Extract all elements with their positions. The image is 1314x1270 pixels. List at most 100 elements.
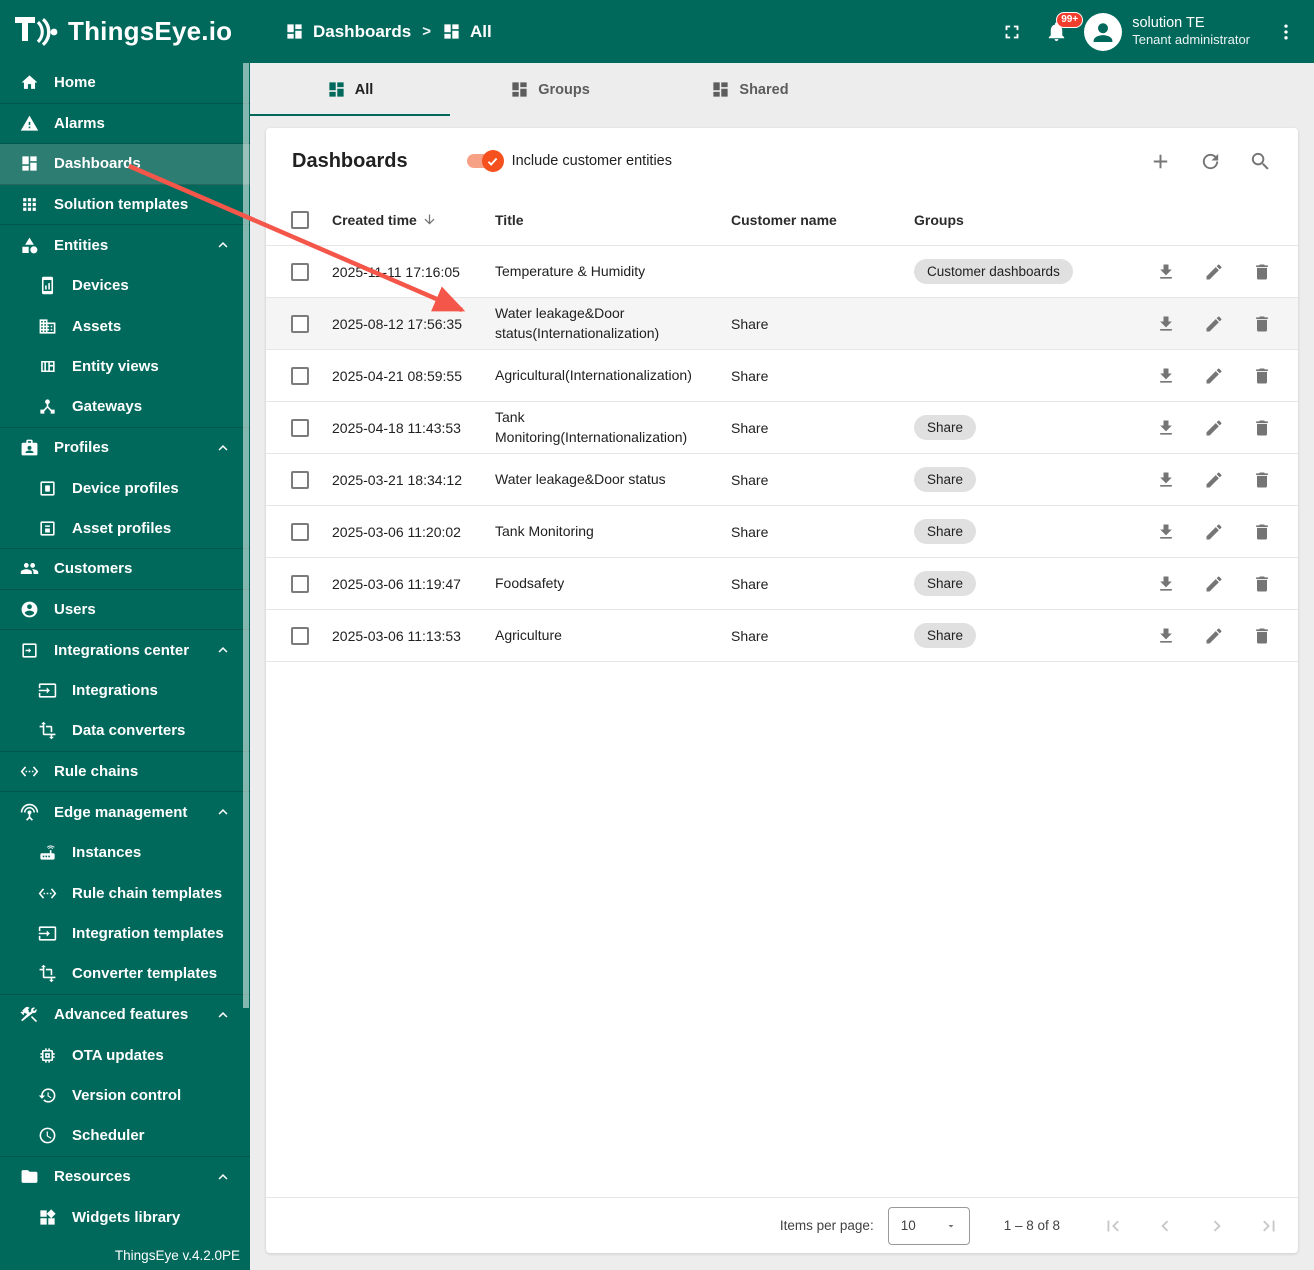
- column-title[interactable]: Title: [495, 212, 731, 228]
- chevron-up-icon[interactable]: [212, 641, 234, 659]
- sidebar-item-rule-chain-templates[interactable]: Rule chain templates: [0, 873, 250, 914]
- sidebar-item-integration-templates[interactable]: Integration templates: [0, 914, 250, 955]
- row-checkbox[interactable]: [291, 522, 309, 541]
- download-button[interactable]: [1156, 262, 1176, 282]
- sidebar-item-home[interactable]: Home: [0, 63, 250, 104]
- sidebar-item-devices[interactable]: Devices: [0, 266, 250, 307]
- edit-button[interactable]: [1204, 314, 1224, 334]
- table-row[interactable]: 2025-04-21 08:59:55 Agricultural(Interna…: [266, 350, 1298, 402]
- sidebar-item-users[interactable]: Users: [0, 590, 250, 630]
- sidebar-item-ota-updates[interactable]: OTA updates: [0, 1035, 250, 1076]
- group-chip[interactable]: Share: [914, 415, 977, 440]
- avatar[interactable]: [1084, 12, 1123, 51]
- sidebar-item-alarms[interactable]: Alarms: [0, 104, 250, 144]
- sidebar-item-assets[interactable]: Assets: [0, 306, 250, 347]
- table-row[interactable]: 2025-03-21 18:34:12 Water leakage&Door s…: [266, 454, 1298, 506]
- sidebar-item-asset-profiles[interactable]: Asset profiles: [0, 509, 250, 549]
- group-chip[interactable]: Share: [914, 519, 977, 544]
- edit-button[interactable]: [1204, 522, 1224, 542]
- group-chip[interactable]: Share: [914, 571, 977, 596]
- add-button[interactable]: [1149, 150, 1172, 173]
- table-row[interactable]: 2025-11-11 17:16:05 Temperature & Humidi…: [266, 246, 1298, 298]
- prev-page-button[interactable]: [1154, 1215, 1176, 1237]
- first-page-button[interactable]: [1102, 1215, 1124, 1237]
- sidebar-item-advanced-features[interactable]: Advanced features: [0, 995, 250, 1036]
- breadcrumb-dashboards[interactable]: Dashboards: [285, 22, 411, 42]
- search-button[interactable]: [1249, 150, 1272, 173]
- delete-button[interactable]: [1252, 626, 1272, 646]
- delete-button[interactable]: [1252, 262, 1272, 282]
- chevron-up-icon[interactable]: [212, 803, 234, 821]
- table-row[interactable]: 2025-03-06 11:20:02 Tank Monitoring Shar…: [266, 506, 1298, 558]
- tab-all[interactable]: All: [250, 63, 450, 116]
- fullscreen-button[interactable]: [990, 10, 1034, 54]
- app-logo[interactable]: ThingsEye.io: [0, 13, 250, 51]
- download-button[interactable]: [1156, 314, 1176, 334]
- delete-button[interactable]: [1252, 522, 1272, 542]
- chevron-up-icon[interactable]: [212, 439, 234, 457]
- sidebar-item-entities[interactable]: Entities: [0, 225, 250, 266]
- edit-button[interactable]: [1204, 626, 1224, 646]
- more-menu-button[interactable]: [1272, 10, 1300, 54]
- sidebar-item-instances[interactable]: Instances: [0, 833, 250, 874]
- column-groups[interactable]: Groups: [914, 212, 1141, 228]
- tab-shared[interactable]: Shared: [650, 63, 850, 116]
- sidebar-scrollbar[interactable]: [243, 63, 249, 1008]
- sidebar-item-rule-chains[interactable]: Rule chains: [0, 752, 250, 792]
- breadcrumb-all[interactable]: All: [442, 22, 492, 42]
- column-created-time[interactable]: Created time: [332, 212, 495, 228]
- sidebar-item-dashboards[interactable]: Dashboards: [0, 144, 250, 185]
- chevron-up-icon[interactable]: [212, 1006, 234, 1024]
- notifications-button[interactable]: 99+: [1034, 10, 1084, 54]
- edit-button[interactable]: [1204, 418, 1224, 438]
- group-chip[interactable]: Share: [914, 623, 977, 648]
- row-checkbox[interactable]: [291, 470, 309, 489]
- sidebar-item-profiles[interactable]: Profiles: [0, 428, 250, 469]
- sidebar-item-version-control[interactable]: Version control: [0, 1076, 250, 1117]
- table-row[interactable]: 2025-04-18 11:43:53 Tank Monitoring(Inte…: [266, 402, 1298, 454]
- sidebar-item-edge-management[interactable]: Edge management: [0, 792, 250, 833]
- row-checkbox[interactable]: [291, 366, 309, 385]
- group-chip[interactable]: Customer dashboards: [914, 259, 1073, 284]
- download-button[interactable]: [1156, 366, 1176, 386]
- sidebar-item-entity-views[interactable]: Entity views: [0, 347, 250, 388]
- sidebar-item-solution-templates[interactable]: Solution templates: [0, 185, 250, 225]
- row-checkbox[interactable]: [291, 418, 309, 437]
- delete-button[interactable]: [1252, 418, 1272, 438]
- edit-button[interactable]: [1204, 470, 1224, 490]
- column-customer-name[interactable]: Customer name: [731, 212, 914, 228]
- sidebar-item-integrations[interactable]: Integrations: [0, 671, 250, 712]
- sidebar-item-converter-templates[interactable]: Converter templates: [0, 954, 250, 995]
- delete-button[interactable]: [1252, 314, 1272, 334]
- chevron-up-icon[interactable]: [212, 1168, 234, 1186]
- sidebar-item-scheduler[interactable]: Scheduler: [0, 1116, 250, 1157]
- delete-button[interactable]: [1252, 366, 1272, 386]
- group-chip[interactable]: Share: [914, 467, 977, 492]
- select-all-checkbox[interactable]: [291, 210, 309, 229]
- table-row[interactable]: 2025-03-06 11:13:53 Agriculture Share Sh…: [266, 610, 1298, 662]
- download-button[interactable]: [1156, 522, 1176, 542]
- download-button[interactable]: [1156, 574, 1176, 594]
- sidebar-item-resources[interactable]: Resources: [0, 1157, 250, 1198]
- table-row[interactable]: 2025-08-12 17:56:35 Water leakage&Door s…: [266, 298, 1298, 350]
- delete-button[interactable]: [1252, 574, 1272, 594]
- row-checkbox[interactable]: [291, 626, 309, 645]
- delete-button[interactable]: [1252, 470, 1272, 490]
- edit-button[interactable]: [1204, 574, 1224, 594]
- row-checkbox[interactable]: [291, 574, 309, 593]
- refresh-button[interactable]: [1199, 150, 1222, 173]
- last-page-button[interactable]: [1258, 1215, 1280, 1237]
- user-info[interactable]: solution TE Tenant administrator: [1132, 14, 1250, 48]
- include-customer-entities-toggle[interactable]: Include customer entities: [464, 150, 672, 172]
- sidebar-item-data-converters[interactable]: Data converters: [0, 711, 250, 752]
- sidebar-item-customers[interactable]: Customers: [0, 549, 250, 590]
- next-page-button[interactable]: [1206, 1215, 1228, 1237]
- items-per-page-select[interactable]: 10: [887, 1206, 970, 1245]
- edit-button[interactable]: [1204, 262, 1224, 282]
- edit-button[interactable]: [1204, 366, 1224, 386]
- sidebar-item-gateways[interactable]: Gateways: [0, 387, 250, 428]
- table-row[interactable]: 2025-03-06 11:19:47 Foodsafety Share Sha…: [266, 558, 1298, 610]
- tab-groups[interactable]: Groups: [450, 63, 650, 116]
- sidebar-item-widgets-library[interactable]: Widgets library: [0, 1197, 250, 1238]
- row-checkbox[interactable]: [291, 314, 309, 333]
